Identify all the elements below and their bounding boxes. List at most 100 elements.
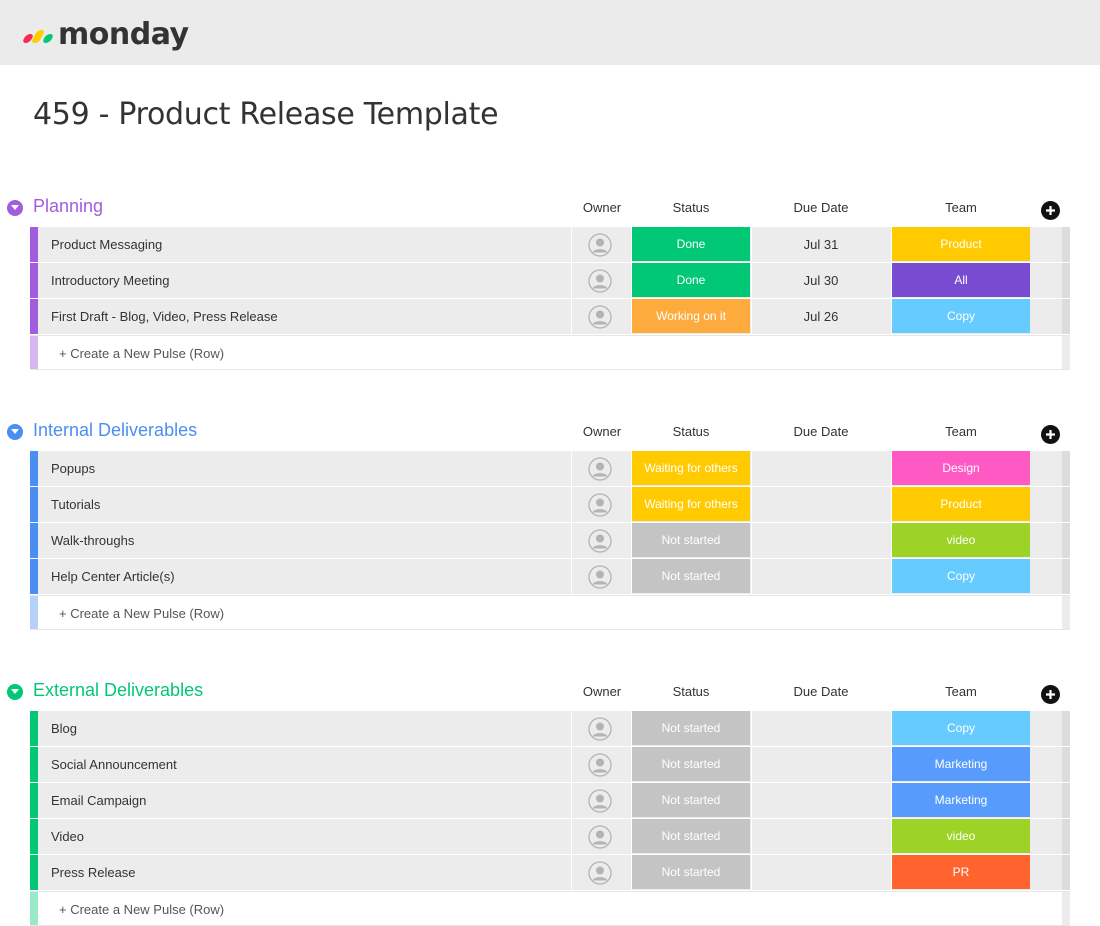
status-cell[interactable]: Waiting for others (632, 487, 750, 521)
pulse-name[interactable]: Tutorials (51, 497, 100, 512)
owner-avatar-icon[interactable] (588, 305, 612, 329)
table-row[interactable]: Social Announcement Not started Marketin… (30, 747, 1070, 782)
logo-text: monday (58, 16, 189, 52)
pulse-name[interactable]: Product Messaging (51, 237, 162, 252)
team-cell[interactable]: video (892, 523, 1030, 557)
team-cell[interactable]: Marketing (892, 747, 1030, 781)
table-row[interactable]: Popups Waiting for others Design (30, 451, 1070, 486)
team-cell[interactable]: Product (892, 227, 1030, 261)
group-title[interactable]: Planning (33, 196, 103, 217)
column-header-due-date[interactable]: Due Date (752, 424, 890, 439)
team-cell[interactable]: Copy (892, 559, 1030, 593)
team-cell[interactable]: Marketing (892, 783, 1030, 817)
group-color-bar (30, 747, 38, 782)
group-internal-deliverables: Internal Deliverables Owner Status Due D… (0, 419, 1100, 630)
table-row[interactable]: Help Center Article(s) Not started Copy (30, 559, 1070, 594)
column-header-owner[interactable]: Owner (572, 424, 632, 439)
status-cell[interactable]: Done (632, 227, 750, 261)
table-row[interactable]: First Draft - Blog, Video, Press Release… (30, 299, 1070, 334)
owner-avatar-icon[interactable] (588, 825, 612, 849)
owner-avatar-icon[interactable] (588, 233, 612, 257)
team-cell[interactable]: PR (892, 855, 1030, 889)
group-header: Internal Deliverables Owner Status Due D… (0, 419, 1100, 445)
group-color-bar (30, 819, 38, 854)
column-header-team[interactable]: Team (892, 424, 1030, 439)
table-row[interactable]: Video Not started video (30, 819, 1070, 854)
group-external-deliverables: External Deliverables Owner Status Due D… (0, 679, 1100, 926)
create-pulse-row[interactable]: + Create a New Pulse (Row) (30, 335, 1070, 370)
owner-avatar-icon[interactable] (588, 753, 612, 777)
due-date-cell[interactable]: Jul 26 (752, 309, 890, 324)
team-cell[interactable]: Design (892, 451, 1030, 485)
group-header: Planning Owner Status Due Date Team (0, 195, 1100, 221)
pulse-name[interactable]: Introductory Meeting (51, 273, 170, 288)
group-color-bar (30, 451, 38, 486)
status-cell[interactable]: Not started (632, 747, 750, 781)
column-header-status[interactable]: Status (632, 684, 750, 699)
collapse-toggle-icon[interactable] (7, 200, 23, 216)
status-cell[interactable]: Done (632, 263, 750, 297)
owner-avatar-icon[interactable] (588, 493, 612, 517)
monday-logo[interactable]: monday (20, 16, 189, 52)
create-pulse-row[interactable]: + Create a New Pulse (Row) (30, 891, 1070, 926)
group-title[interactable]: External Deliverables (33, 680, 203, 701)
pulse-name[interactable]: Blog (51, 721, 77, 736)
column-header-owner[interactable]: Owner (572, 200, 632, 215)
status-cell[interactable]: Not started (632, 819, 750, 853)
add-column-plus-icon[interactable] (1041, 685, 1060, 704)
due-date-cell[interactable]: Jul 31 (752, 237, 890, 252)
collapse-toggle-icon[interactable] (7, 684, 23, 700)
add-column-plus-icon[interactable] (1041, 425, 1060, 444)
pulse-name[interactable]: Walk-throughs (51, 533, 134, 548)
team-cell[interactable]: Copy (892, 299, 1030, 333)
create-pulse-label[interactable]: + Create a New Pulse (Row) (59, 606, 224, 621)
pulse-name[interactable]: First Draft - Blog, Video, Press Release (51, 309, 278, 324)
status-cell[interactable]: Not started (632, 711, 750, 745)
table-row[interactable]: Product Messaging Done Jul 31 Product (30, 227, 1070, 262)
owner-avatar-icon[interactable] (588, 861, 612, 885)
table-row[interactable]: Blog Not started Copy (30, 711, 1070, 746)
owner-avatar-icon[interactable] (588, 717, 612, 741)
table-row[interactable]: Press Release Not started PR (30, 855, 1070, 890)
team-cell[interactable]: video (892, 819, 1030, 853)
column-header-due-date[interactable]: Due Date (752, 200, 890, 215)
pulse-name[interactable]: Press Release (51, 865, 136, 880)
owner-avatar-icon[interactable] (588, 565, 612, 589)
status-cell[interactable]: Waiting for others (632, 451, 750, 485)
create-pulse-label[interactable]: + Create a New Pulse (Row) (59, 346, 224, 361)
table-row[interactable]: Tutorials Waiting for others Product (30, 487, 1070, 522)
owner-avatar-icon[interactable] (588, 457, 612, 481)
column-header-team[interactable]: Team (892, 684, 1030, 699)
create-pulse-row[interactable]: + Create a New Pulse (Row) (30, 595, 1070, 630)
team-cell[interactable]: Product (892, 487, 1030, 521)
owner-avatar-icon[interactable] (588, 789, 612, 813)
column-header-status[interactable]: Status (632, 200, 750, 215)
due-date-cell[interactable]: Jul 30 (752, 273, 890, 288)
status-cell[interactable]: Not started (632, 523, 750, 557)
pulse-name[interactable]: Email Campaign (51, 793, 146, 808)
table-row[interactable]: Email Campaign Not started Marketing (30, 783, 1070, 818)
team-cell[interactable]: All (892, 263, 1030, 297)
status-cell[interactable]: Not started (632, 559, 750, 593)
owner-avatar-icon[interactable] (588, 529, 612, 553)
group-color-bar (30, 227, 38, 262)
status-cell[interactable]: Not started (632, 783, 750, 817)
column-header-team[interactable]: Team (892, 200, 1030, 215)
table-row[interactable]: Introductory Meeting Done Jul 30 All (30, 263, 1070, 298)
owner-avatar-icon[interactable] (588, 269, 612, 293)
status-cell[interactable]: Not started (632, 855, 750, 889)
team-cell[interactable]: Copy (892, 711, 1030, 745)
column-header-status[interactable]: Status (632, 424, 750, 439)
table-row[interactable]: Walk-throughs Not started video (30, 523, 1070, 558)
column-header-owner[interactable]: Owner (572, 684, 632, 699)
column-header-due-date[interactable]: Due Date (752, 684, 890, 699)
group-color-bar (30, 559, 38, 594)
collapse-toggle-icon[interactable] (7, 424, 23, 440)
pulse-name[interactable]: Help Center Article(s) (51, 569, 175, 584)
pulse-name[interactable]: Popups (51, 461, 95, 476)
group-title[interactable]: Internal Deliverables (33, 420, 197, 441)
pulse-name[interactable]: Video (51, 829, 84, 844)
pulse-name[interactable]: Social Announcement (51, 757, 177, 772)
add-column-plus-icon[interactable] (1041, 201, 1060, 220)
status-cell[interactable]: Working on it (632, 299, 750, 333)
